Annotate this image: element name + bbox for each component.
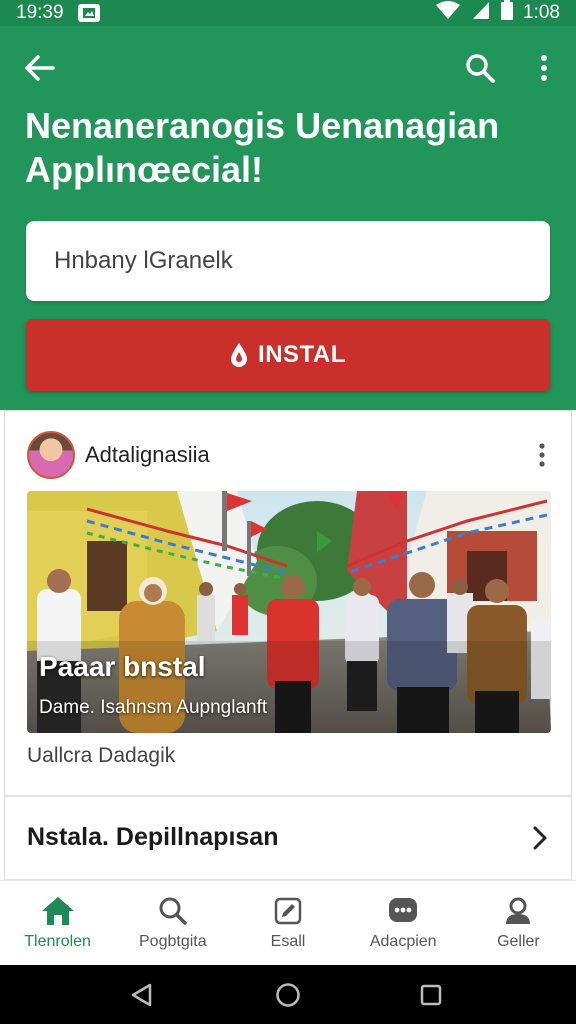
chat-icon — [387, 893, 419, 929]
overflow-menu-button[interactable] — [526, 48, 562, 88]
toolbar — [0, 44, 576, 88]
nav-item-home[interactable]: Tlenrolen — [0, 881, 115, 965]
nav-item-edit[interactable]: Esall — [230, 881, 345, 965]
status-time: 19:39 — [16, 2, 64, 23]
battery-icon — [501, 0, 514, 26]
wifi-icon — [435, 0, 461, 26]
bottom-nav: Tlenrolen Pogbtgita Esall Adacpien Gelle… — [0, 880, 576, 965]
post-author[interactable]: Adtalignasiia — [85, 442, 210, 468]
status-bar: 19:39 1:08 — [0, 0, 576, 26]
image-subcaption: Dame. Isahnsm Aupnglanft — [39, 697, 268, 718]
nav-item-chat[interactable]: Adacpien — [346, 881, 461, 965]
page-title: Nenaneranogis Uenanagian Applınœecial! — [25, 104, 545, 192]
system-nav-bar — [0, 965, 576, 1024]
avatar[interactable] — [27, 431, 75, 479]
system-back-button[interactable] — [128, 982, 154, 1008]
square-recents-icon — [420, 984, 442, 1006]
edit-icon — [273, 893, 303, 929]
signal-icon — [471, 0, 491, 26]
notification-icon — [77, 4, 100, 22]
search-icon — [158, 893, 188, 929]
status-icons: 1:08 — [435, 0, 560, 26]
post-image[interactable]: Paaar bnstal Dame. Isahnsm Aupnglanft — [27, 491, 551, 733]
system-recents-button[interactable] — [418, 982, 444, 1008]
image-caption: Paaar bnstal — [39, 651, 206, 682]
profile-icon — [503, 893, 533, 929]
more-vert-icon — [539, 443, 545, 467]
nav-label-profile: Geller — [497, 933, 540, 950]
post-header: Adtalignasiia — [27, 431, 567, 479]
system-home-button[interactable] — [275, 982, 301, 1008]
link-row-label: Nstala. Depillnapısan — [27, 823, 279, 851]
back-button[interactable] — [20, 48, 60, 88]
app-header: Nenaneranogis Uenanagian Applınœecial! I… — [0, 26, 576, 410]
link-row[interactable]: Nstala. Depillnapısan — [5, 797, 571, 879]
circle-home-icon — [276, 983, 300, 1007]
title-line-1: Nenaneranogis Uenanagian — [25, 105, 500, 146]
nav-label-home: Tlenrolen — [24, 933, 91, 950]
nav-label-search: Pogbtgita — [139, 933, 207, 950]
nav-label-edit: Esall — [270, 933, 306, 950]
status-clock-right: 1:08 — [523, 2, 560, 23]
drop-icon — [231, 343, 248, 367]
install-button[interactable]: INSTAL — [26, 319, 550, 391]
post-meta: Uallcra Dadagik — [27, 744, 176, 767]
triangle-back-icon — [131, 983, 152, 1007]
home-icon — [40, 893, 76, 929]
chevron-right-icon — [525, 821, 555, 855]
nav-item-profile[interactable]: Geller — [461, 881, 576, 965]
nav-label-chat: Adacpien — [369, 933, 437, 950]
title-line-2: Applınœecial! — [25, 149, 264, 190]
install-label: INSTAL — [258, 341, 346, 368]
search-button[interactable] — [460, 48, 500, 88]
back-arrow-icon — [25, 55, 55, 81]
search-icon — [466, 54, 495, 83]
name-field[interactable] — [26, 221, 550, 301]
more-vert-icon — [541, 55, 547, 81]
post-more-button[interactable] — [527, 435, 557, 475]
nav-item-search[interactable]: Pogbtgita — [115, 881, 230, 965]
